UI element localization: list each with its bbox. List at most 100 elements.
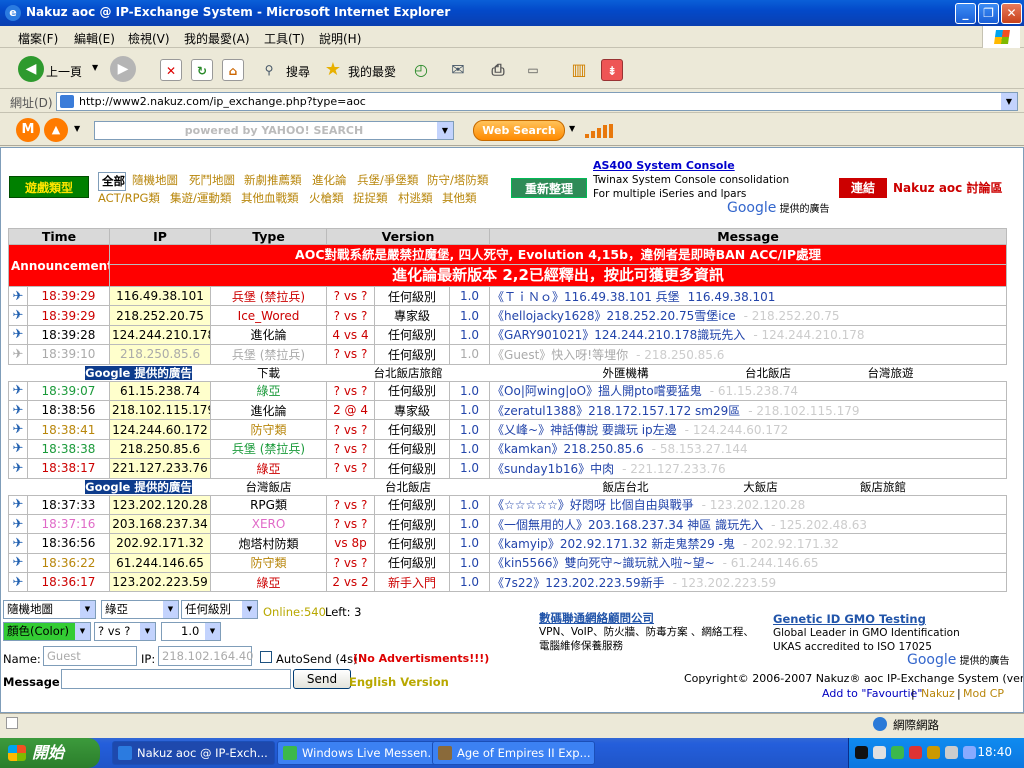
ad-digital-title[interactable]: 數碼聯通網絡顧問公司 [539, 610, 654, 626]
ad-link-taipei-hotel-2[interactable]: 台北飯店 [701, 365, 836, 381]
table-row[interactable]: ✈ 18:36:56 202.92.171.32 炮塔村防類 vs 8p 任何級別 1.0 《… [8, 533, 1008, 554]
category-act-rpg[interactable]: ACT/RPG類 [98, 190, 160, 206]
home-icon[interactable]: ⌂ [222, 59, 244, 81]
table-row[interactable]: ✈ 18:39:29 116.49.38.101 兵堡 (禁拉兵)? vs ? 任何級別… [8, 285, 1008, 307]
close-button[interactable]: ✕ [1001, 3, 1022, 24]
level-select[interactable]: 任何級別 ▼ [181, 600, 258, 619]
signal-bars-icon[interactable] [585, 124, 615, 138]
table-row[interactable]: ✈ 18:36:22 61.244.146.65 防守類? vs ? 任何級別 1.0 《k… [8, 552, 1008, 574]
favorites-star-icon[interactable]: ★ [322, 59, 344, 81]
print-icon[interactable]: ⎙ [487, 59, 509, 81]
send-button[interactable]: Send [293, 669, 351, 689]
back-dropdown-icon[interactable]: ▼ [92, 63, 98, 72]
add-favourite-link[interactable]: Add to "Favourtie" [822, 687, 922, 700]
color-select[interactable]: 顏色(Color) ▼ [3, 622, 91, 641]
menu-edit[interactable]: 編輯(E) [74, 30, 115, 47]
ad-link-hotel-inn[interactable]: 飯店旅館 [821, 479, 946, 495]
vs-select[interactable]: ? vs ? ▼ [94, 622, 156, 641]
menu-favorites[interactable]: 我的最愛(A) [184, 30, 250, 47]
ad-as400-title[interactable]: AS400 System Console [593, 159, 735, 172]
name-input[interactable]: Guest [43, 646, 137, 666]
menu-file[interactable]: 檔案(F) [18, 30, 58, 47]
table-row[interactable]: ✈ 18:38:41 124.244.60.172 防守類? vs ? 任何級別 1.0 《… [8, 419, 1008, 440]
ad-link-big-hotel[interactable]: 大飯店 [701, 479, 821, 495]
yahoo-up-icon[interactable]: ▲ [44, 118, 68, 142]
favorites-button-label[interactable]: 我的最愛 [348, 63, 396, 80]
announcement-line2[interactable]: 進化論最新版本 2,2已經釋出，按此可獲更多資訊 [109, 264, 1008, 287]
table-row[interactable]: ✈ 18:39:10 218.250.85.6 兵堡 (禁拉兵)? vs ? 任何級別 1… [8, 344, 1008, 365]
category-random-map[interactable]: 隨機地圖 [132, 172, 178, 188]
search-icon[interactable]: ⚲ [258, 59, 280, 81]
search-button-label[interactable]: 搜尋 [286, 63, 310, 80]
taskbar-item-messenger[interactable]: Windows Live Messen... [277, 741, 440, 765]
category-gun[interactable]: 火槍類 [309, 190, 344, 206]
refresh-list-button[interactable]: 重新整理 [511, 178, 587, 198]
table-row[interactable]: ✈ 18:37:16 203.168.237.34 XERO? vs ? 任何級別 1.0… [8, 513, 1008, 535]
category-catch[interactable]: 捉捉類 [353, 190, 388, 206]
category-castle[interactable]: 兵堡/爭堡類 [357, 172, 418, 188]
tray-icon-4[interactable] [909, 746, 922, 759]
table-row[interactable]: ✈ 18:36:17 123.202.223.59 綠亞 2 vs 2 新手入門 1.0 《7… [8, 572, 1008, 593]
taskbar-item-aoe[interactable]: Age of Empires II Exp... [432, 741, 595, 765]
version-select[interactable]: 1.0 ▼ [161, 622, 221, 641]
tray-icon-2[interactable] [873, 746, 886, 759]
web-search-dropdown-icon[interactable]: ▼ [569, 124, 575, 133]
map-select[interactable]: 隨機地圖 ▼ [3, 600, 96, 619]
maximize-button[interactable]: ❐ [978, 3, 999, 24]
yahoo-mail-icon[interactable]: M [16, 118, 40, 142]
refresh-icon[interactable]: ↻ [191, 59, 213, 81]
category-new[interactable]: 新劇推薦類 [244, 172, 302, 188]
yahoo-search-input[interactable]: powered by YAHOO! SEARCH ▼ [94, 121, 454, 140]
category-all[interactable]: 全部 [98, 172, 126, 191]
ad-link-forex[interactable]: 外匯機構 [551, 365, 701, 381]
tray-icon-5[interactable] [927, 746, 940, 759]
volume-icon[interactable] [945, 746, 958, 759]
web-search-button[interactable]: Web Search [473, 120, 565, 141]
research-icon[interactable]: ▥ [568, 59, 590, 81]
ad-link-download[interactable]: 下載 [210, 363, 327, 382]
taskbar-item-ie[interactable]: Nakuz aoc @ IP-Exch... [112, 741, 275, 765]
category-defense[interactable]: 防守/塔防類 [427, 172, 488, 188]
nakuz-link[interactable]: Nakuz [921, 687, 955, 700]
edit-icon[interactable]: ▭ [522, 59, 544, 81]
network-icon[interactable] [963, 746, 976, 759]
back-button-label[interactable]: 上一頁 [46, 63, 82, 80]
category-sports[interactable]: 集遊/運動類 [170, 190, 231, 206]
forum-link[interactable]: Nakuz aoc 討論區 [893, 179, 1002, 196]
table-row[interactable]: ✈ 18:38:56 218.102.115.179 進化論 2 @ 4 專家級 1.0 《z… [8, 399, 1008, 421]
category-evolution[interactable]: 進化論 [312, 172, 347, 188]
menu-view[interactable]: 檢視(V) [128, 30, 170, 47]
ad-gmo-title[interactable]: Genetic ID GMO Testing [773, 612, 926, 626]
category-other-bloodbath[interactable]: 其他血戰類 [241, 190, 299, 206]
table-row[interactable]: ✈ 18:38:38 218.250.85.6 兵堡 (禁拉兵)? vs ? 任何級別 1… [8, 438, 1008, 460]
tray-icon-3[interactable] [891, 746, 904, 759]
table-row[interactable]: ✈ 18:39:29 218.252.20.75 Ice_Wored? vs ? 專家級… [8, 305, 1008, 326]
english-version-link[interactable]: English Version [349, 675, 449, 689]
message-input[interactable] [61, 669, 291, 689]
category-village-escape[interactable]: 村逃類 [398, 190, 433, 206]
mail-icon[interactable]: ✉ [447, 59, 469, 81]
address-dropdown-icon[interactable]: ▼ [1001, 93, 1017, 110]
menu-help[interactable]: 說明(H) [319, 30, 361, 47]
table-row[interactable]: ✈ 18:39:07 61.15.238.74 綠亞? vs ? 任何級別 1.0 《Oo|… [8, 380, 1008, 401]
ad-link-hotel-taipei[interactable]: 飯店台北 [551, 479, 701, 495]
ip-input[interactable]: 218.102.164.40 [158, 646, 253, 666]
ad-link-taiwan-hotel[interactable]: 台灣飯店 [210, 477, 327, 496]
ad-link-taiwan-travel[interactable]: 台灣旅遊 [836, 365, 946, 381]
address-input[interactable]: http://www2.nakuz.com/ip_exchange.php?ty… [56, 92, 1018, 111]
yahoo-search-dropdown-icon[interactable]: ▼ [437, 122, 453, 139]
yahoo-dropdown-icon[interactable]: ▼ [74, 124, 80, 133]
history-icon[interactable]: ◴ [410, 59, 432, 81]
autosend-checkbox[interactable] [260, 651, 272, 663]
tray-icon-1[interactable] [855, 746, 868, 759]
category-deathmatch[interactable]: 死鬥地圖 [189, 172, 235, 188]
forward-arrow-icon[interactable]: ▶ [110, 56, 136, 82]
category-other[interactable]: 其他類 [442, 190, 477, 206]
civ-select[interactable]: 綠亞 ▼ [101, 600, 179, 619]
back-arrow-icon[interactable]: ◀ [18, 56, 44, 82]
menu-tools[interactable]: 工具(T) [264, 30, 305, 47]
table-row[interactable]: ✈ 18:39:28 124.244.210.178 進化論 4 vs 4 任何級別 1.0… [8, 324, 1008, 346]
ad-link-taipei-hotel-3[interactable]: 台北飯店 [326, 477, 490, 496]
stop-icon[interactable]: ✕ [160, 59, 182, 81]
start-button[interactable]: 開始 [0, 738, 100, 768]
